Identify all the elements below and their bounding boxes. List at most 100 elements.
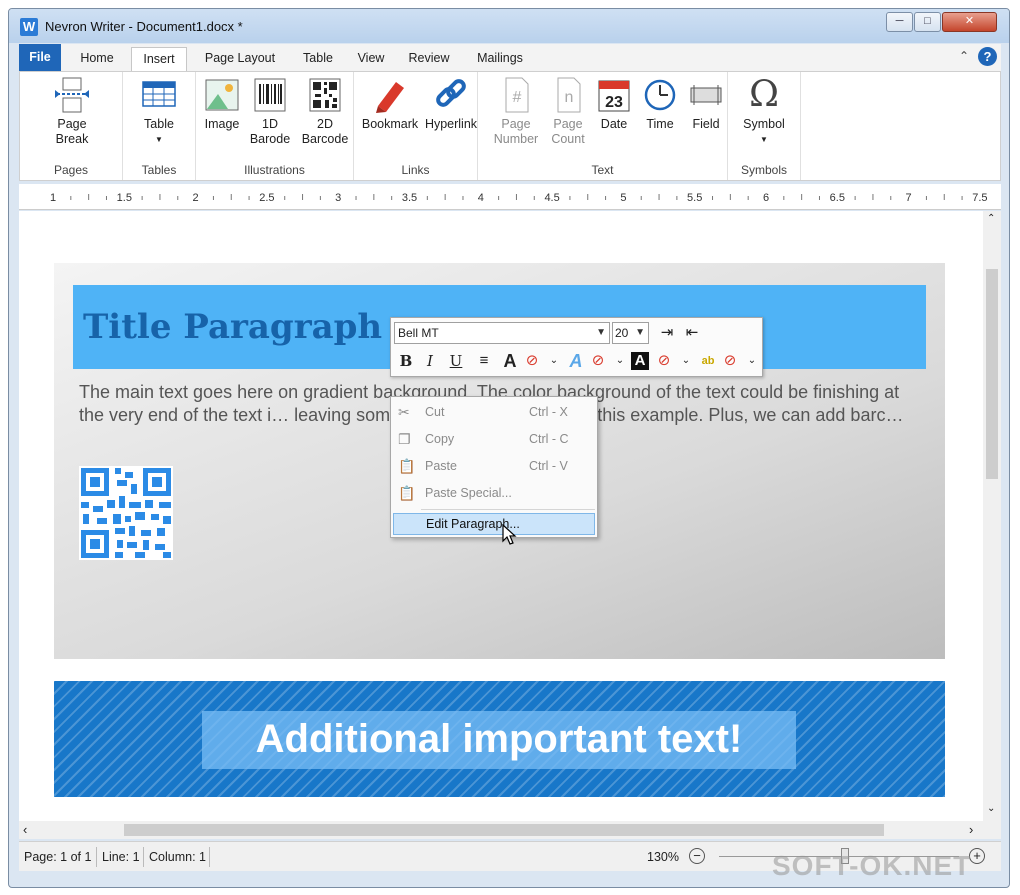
field-icon <box>690 85 722 105</box>
menu-item-copy[interactable]: ❐ Copy Ctrl - C <box>393 427 595 451</box>
chevron-down-icon[interactable]: ⌄ <box>741 350 763 372</box>
field-button[interactable]: Field <box>686 76 726 132</box>
group-text: # Page Number n Page Count 23 Date Time … <box>478 72 728 180</box>
mini-format-toolbar: Bell MT ▼ 20 ▼ ⇥ ⇤ B I U ≡ A ⊘ ⌄ A ⊘ ⌄ A… <box>390 317 763 377</box>
collapse-ribbon-icon[interactable]: ⌃ <box>959 49 969 63</box>
no-color-icon[interactable]: ⊘ <box>587 350 609 372</box>
font-size-select[interactable]: 20 ▼ <box>612 322 649 344</box>
zoom-in-icon[interactable]: + <box>969 848 985 864</box>
tab-page-layout[interactable]: Page Layout <box>191 47 289 71</box>
font-color-icon[interactable]: A <box>499 350 521 372</box>
status-page: Page: 1 of 1 <box>24 850 92 864</box>
increase-indent-icon[interactable]: ⇥ <box>656 322 678 344</box>
copy-icon: ❐ <box>398 431 411 447</box>
title-paragraph[interactable]: Title Paragraph <box>83 307 382 347</box>
app-logo-icon: W <box>20 18 38 36</box>
ruler-label: 4 <box>478 192 484 204</box>
ruler-label: 2 <box>193 192 199 204</box>
group-label-symbols: Symbols <box>740 163 787 177</box>
ribbon-tabs: File Home Insert Page Layout Table View … <box>19 44 1001 71</box>
tab-file[interactable]: File <box>19 44 61 71</box>
tab-insert[interactable]: Insert <box>131 47 187 71</box>
italic-icon[interactable]: I <box>419 350 441 372</box>
svg-text:#: # <box>513 89 522 106</box>
group-label-links: Links <box>401 163 430 177</box>
chevron-down-icon[interactable]: ⌄ <box>609 350 631 372</box>
align-center-icon[interactable]: ≡ <box>473 350 495 372</box>
table-button[interactable]: Table ▼ <box>133 76 185 147</box>
chevron-down-icon[interactable]: ⌄ <box>675 350 697 372</box>
group-links: Bookmark Hyperlink Links <box>354 72 478 180</box>
text-effect-icon[interactable]: A <box>565 350 587 372</box>
ruler-label: 3 <box>335 192 341 204</box>
tab-view[interactable]: View <box>349 47 393 71</box>
group-label-text: Text <box>591 163 614 177</box>
bold-icon[interactable]: B <box>395 350 417 372</box>
barcode-2d-button[interactable]: 2D Barcode <box>300 76 350 147</box>
horizontal-scrollbar[interactable]: ‹ › <box>19 821 1001 839</box>
minimize-button[interactable]: ─ <box>886 12 913 32</box>
tab-review[interactable]: Review <box>397 47 461 71</box>
menu-item-paste-special[interactable]: 📋 Paste Special... <box>393 481 595 505</box>
chevron-down-icon: ▼ <box>635 327 645 338</box>
qr-code-image[interactable] <box>79 466 173 560</box>
no-color-icon[interactable]: ⊘ <box>653 350 675 372</box>
banner-text[interactable]: Additional important text! <box>202 717 796 762</box>
page-break-button[interactable]: Page Break <box>44 76 100 147</box>
image-icon <box>205 79 239 111</box>
paste-special-icon: 📋 <box>398 485 416 501</box>
tab-mailings[interactable]: Mailings <box>465 47 535 71</box>
scroll-left-icon[interactable]: ‹ <box>23 822 27 837</box>
table-icon <box>142 81 176 107</box>
decrease-indent-icon[interactable]: ⇤ <box>681 322 703 344</box>
bookmark-button[interactable]: Bookmark <box>360 76 420 132</box>
highlight-color-icon[interactable]: A <box>631 352 649 370</box>
vertical-scrollbar[interactable]: ⌃ ⌄ <box>983 211 1001 821</box>
close-button[interactable]: ✕ <box>942 12 997 32</box>
menu-item-edit-paragraph[interactable]: Edit Paragraph... <box>393 513 595 535</box>
page-count-button[interactable]: n Page Count <box>548 76 588 147</box>
tab-table[interactable]: Table <box>293 47 343 71</box>
page-number-button[interactable]: # Page Number <box>492 76 540 147</box>
scroll-up-icon[interactable]: ⌃ <box>987 213 995 224</box>
menu-item-paste[interactable]: 📋 Paste Ctrl - V <box>393 454 595 478</box>
horizontal-ruler[interactable]: 1 1.5 2 2.5 3 3.5 4 4.5 5 5.5 6 6.5 7 7.5 <box>19 184 1001 210</box>
help-icon[interactable]: ? <box>978 47 997 66</box>
zoom-level: 130% <box>647 850 679 864</box>
ruler-label: 6 <box>763 192 769 204</box>
symbol-button[interactable]: Ω Symbol ▼ <box>736 76 792 147</box>
font-name-select[interactable]: Bell MT ▼ <box>394 322 610 344</box>
horizontal-scroll-thumb[interactable] <box>124 824 884 836</box>
menu-separator <box>421 509 595 510</box>
maximize-button[interactable]: □ <box>914 12 941 32</box>
clock-icon <box>644 79 676 111</box>
menu-item-cut[interactable]: ✂ Cut Ctrl - X <box>393 400 595 424</box>
zoom-out-icon[interactable]: − <box>689 848 705 864</box>
status-divider <box>143 847 144 867</box>
page-count-icon: n <box>557 77 581 113</box>
group-tables: Table ▼ Tables <box>123 72 196 180</box>
barcode-1d-button[interactable]: 1D Barode <box>248 76 292 147</box>
no-color-icon[interactable]: ⊘ <box>719 350 741 372</box>
scissors-icon: ✂ <box>398 404 410 420</box>
vertical-scroll-thumb[interactable] <box>986 269 998 479</box>
svg-text:n: n <box>565 89 574 106</box>
tab-home[interactable]: Home <box>67 47 127 71</box>
no-color-icon[interactable]: ⊘ <box>521 350 543 372</box>
ruler-ticks: 1 1.5 2 2.5 3 3.5 4 4.5 5 5.5 6 6.5 7 7.5 <box>50 192 988 204</box>
highlighter-icon[interactable]: ab <box>697 350 719 372</box>
ruler-label: 7 <box>906 192 912 204</box>
scroll-down-icon[interactable]: ⌄ <box>987 803 995 814</box>
ruler-label: 4.5 <box>544 192 559 204</box>
hyperlink-button[interactable]: Hyperlink <box>424 76 478 132</box>
context-menu: ✂ Cut Ctrl - X ❐ Copy Ctrl - C 📋 Paste C… <box>390 396 598 538</box>
dropdown-arrow-icon: ▼ <box>760 135 768 144</box>
image-button[interactable]: Image <box>202 76 242 132</box>
group-label-illustrations: Illustrations <box>244 163 305 177</box>
scroll-right-icon[interactable]: › <box>969 822 973 837</box>
date-button[interactable]: 23 Date <box>594 76 634 132</box>
underline-icon[interactable]: U <box>445 350 467 372</box>
chevron-down-icon[interactable]: ⌄ <box>543 350 565 372</box>
time-button[interactable]: Time <box>640 76 680 132</box>
dropdown-arrow-icon: ▼ <box>155 135 163 144</box>
